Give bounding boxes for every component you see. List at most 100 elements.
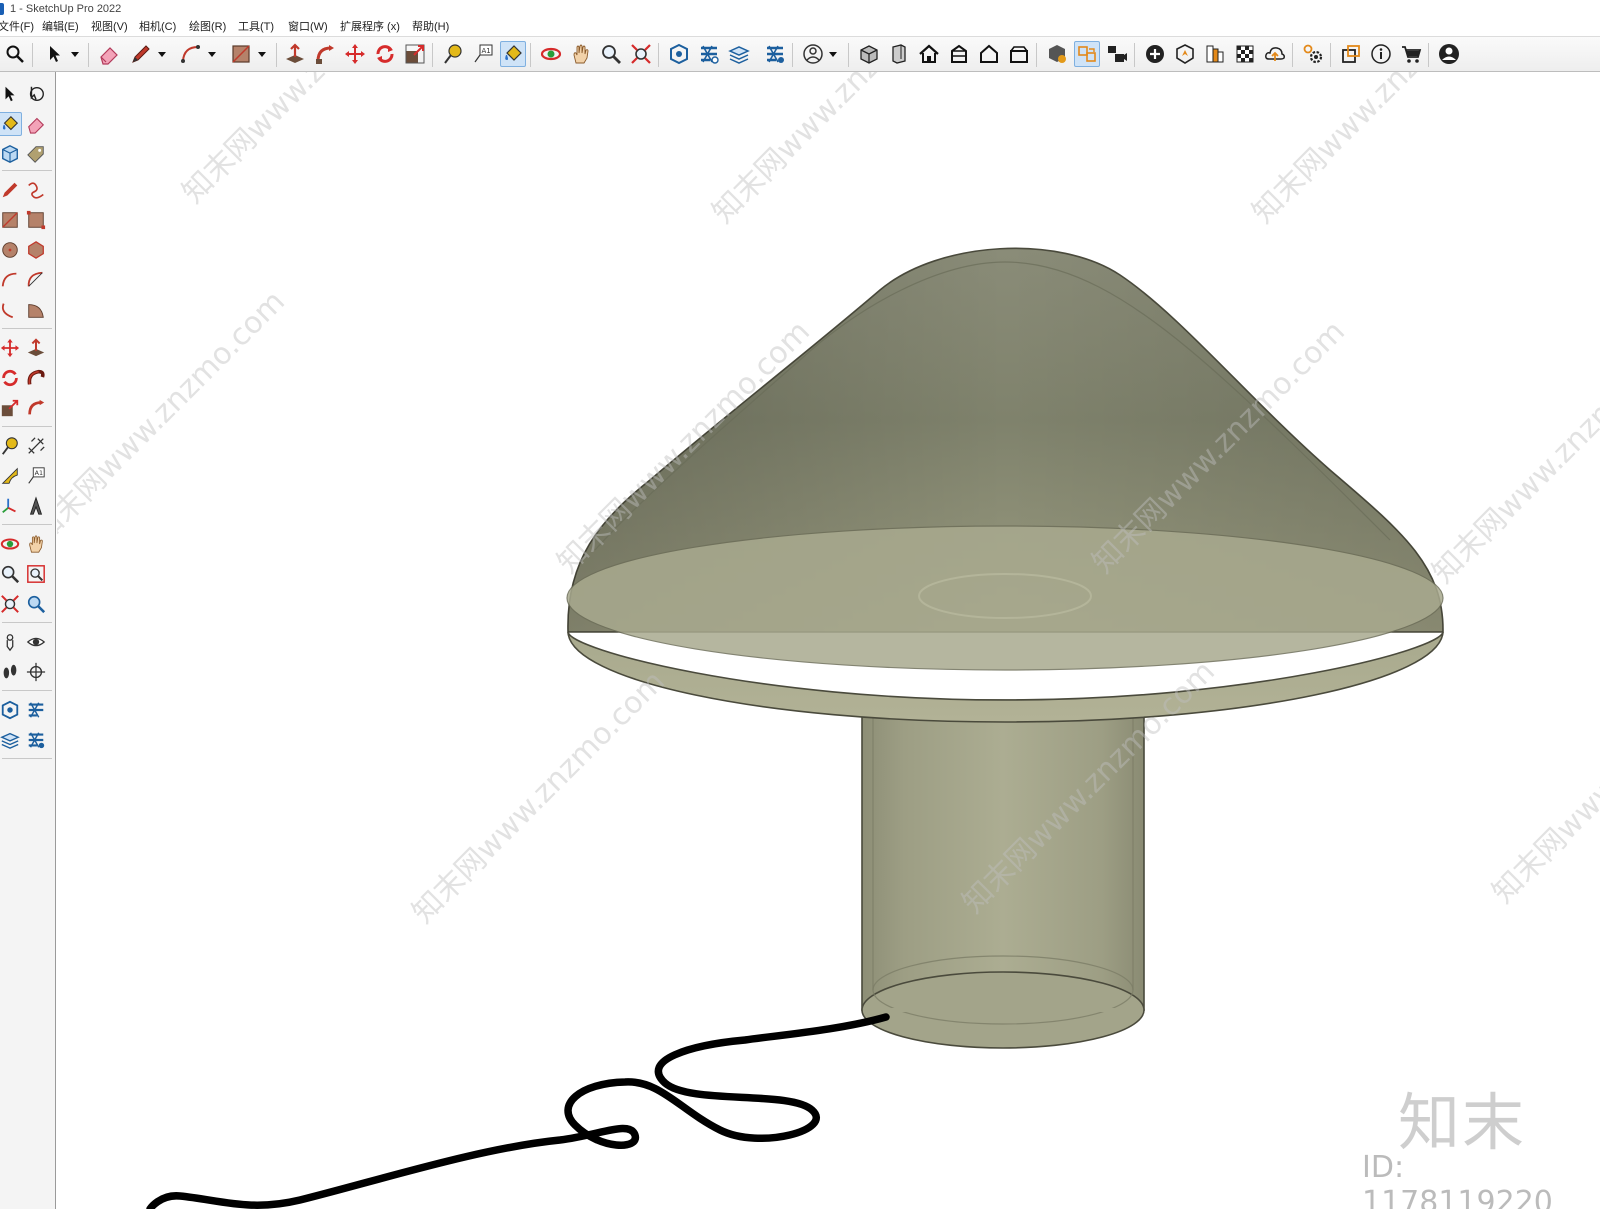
rotate-icon[interactable]	[372, 41, 398, 67]
three-point-arc-icon[interactable]	[0, 298, 22, 322]
orbit-icon[interactable]	[538, 41, 564, 67]
move-icon[interactable]	[0, 336, 22, 360]
extension-warehouse-icon[interactable]	[696, 41, 722, 67]
top-view-icon[interactable]	[886, 41, 912, 67]
tag-icon[interactable]	[24, 142, 48, 166]
scale-icon[interactable]	[402, 41, 428, 67]
warehouse-icon[interactable]	[0, 698, 22, 722]
home-view-icon[interactable]	[916, 41, 942, 67]
pan-icon[interactable]	[24, 532, 48, 556]
line-icon[interactable]	[0, 178, 22, 202]
extension-manager-icon[interactable]	[24, 728, 48, 752]
back-view-icon[interactable]	[1006, 41, 1032, 67]
menu-draw[interactable]: 绘图(R)	[189, 18, 226, 36]
rectangle-icon[interactable]	[0, 208, 22, 232]
zoom-extents-icon[interactable]	[628, 41, 654, 67]
pie-icon[interactable]	[24, 298, 48, 322]
layers-icon[interactable]	[726, 41, 752, 67]
look-around-icon[interactable]	[24, 630, 48, 654]
follow-me-icon[interactable]	[24, 366, 48, 390]
eraser-icon[interactable]	[24, 112, 48, 136]
orbit-icon[interactable]	[0, 532, 22, 556]
menu-edit[interactable]: 编辑(E)	[42, 18, 79, 36]
chevron-down-icon[interactable]	[157, 41, 167, 67]
window-icon[interactable]	[1338, 41, 1364, 67]
lamp-model[interactable]	[57, 72, 1600, 1209]
move-icon[interactable]	[342, 41, 368, 67]
rotate-icon[interactable]	[0, 366, 22, 390]
section-plane-icon[interactable]	[24, 660, 48, 684]
eraser-icon[interactable]	[96, 41, 122, 67]
menu-help[interactable]: 帮助(H)	[412, 18, 449, 36]
gear-icon[interactable]	[1300, 41, 1326, 67]
front-view-icon[interactable]	[946, 41, 972, 67]
zoom-extents-icon[interactable]	[0, 592, 22, 616]
cart-icon[interactable]	[1398, 41, 1424, 67]
paint-bucket-icon[interactable]	[500, 41, 526, 67]
checker-icon[interactable]	[1232, 41, 1258, 67]
offset-icon[interactable]	[24, 396, 48, 420]
menu-window[interactable]: 窗口(W)	[288, 18, 328, 36]
component-icon[interactable]	[0, 142, 22, 166]
freehand-icon[interactable]	[24, 178, 48, 202]
3d-text-icon[interactable]	[24, 494, 48, 518]
select-icon[interactable]	[42, 41, 68, 67]
scene-camera-icon[interactable]	[1104, 41, 1130, 67]
pan-icon[interactable]	[568, 41, 594, 67]
menu-extensions[interactable]: 扩展程序 (x)	[340, 18, 400, 36]
polygon-icon[interactable]	[24, 238, 48, 262]
component-swap-icon[interactable]	[1074, 41, 1100, 67]
tape-measure-icon[interactable]	[440, 41, 466, 67]
arc-icon[interactable]	[178, 41, 204, 67]
walk-icon[interactable]	[0, 660, 22, 684]
orbit-select-icon[interactable]	[24, 82, 48, 106]
add-icon[interactable]	[1142, 41, 1168, 67]
chevron-down-icon[interactable]	[207, 41, 217, 67]
chevron-down-icon[interactable]	[70, 41, 80, 67]
dimension-icon[interactable]	[24, 434, 48, 458]
lamp-base[interactable]	[861, 699, 1145, 1049]
model-viewport[interactable]: 知末网www.znzmo.com 知末网www.znzmo.com 知末网www.z…	[57, 72, 1600, 1209]
scale-icon[interactable]	[0, 396, 22, 420]
text-icon[interactable]: A1	[470, 41, 496, 67]
position-camera-icon[interactable]	[0, 630, 22, 654]
menu-file[interactable]: 文件(F)	[0, 18, 34, 36]
shield-icon[interactable]	[1172, 41, 1198, 67]
rectangle-icon[interactable]	[228, 41, 254, 67]
follow-me-icon[interactable]	[312, 41, 338, 67]
extension-manager-icon[interactable]	[762, 41, 788, 67]
rotated-rectangle-icon[interactable]	[24, 208, 48, 232]
menu-view[interactable]: 视图(V)	[91, 18, 128, 36]
push-pull-icon[interactable]	[24, 336, 48, 360]
materials-icon[interactable]	[1202, 41, 1228, 67]
cloud-upload-icon[interactable]	[1262, 41, 1288, 67]
info-icon[interactable]	[1368, 41, 1394, 67]
circle-icon[interactable]	[0, 238, 22, 262]
pencil-icon[interactable]	[128, 41, 154, 67]
lamp-shade[interactable]	[566, 247, 1444, 723]
axes-icon[interactable]	[0, 494, 22, 518]
arc-icon[interactable]	[0, 268, 22, 292]
model-info-icon[interactable]	[1044, 41, 1070, 67]
zoom-window-icon[interactable]	[24, 562, 48, 586]
search-icon[interactable]	[2, 41, 28, 67]
chevron-down-icon[interactable]	[257, 41, 267, 67]
two-point-arc-icon[interactable]	[24, 268, 48, 292]
text-icon[interactable]: A1	[24, 464, 48, 488]
zoom-icon[interactable]	[598, 41, 624, 67]
user-icon[interactable]	[800, 41, 826, 67]
chevron-down-icon[interactable]	[828, 41, 838, 67]
right-view-icon[interactable]	[976, 41, 1002, 67]
select-icon[interactable]	[0, 82, 22, 106]
menu-camera[interactable]: 相机(C)	[139, 18, 176, 36]
protractor-icon[interactable]	[0, 464, 22, 488]
tape-measure-icon[interactable]	[0, 434, 22, 458]
push-pull-icon[interactable]	[282, 41, 308, 67]
menu-tools[interactable]: 工具(T)	[238, 18, 274, 36]
iso-view-icon[interactable]	[856, 41, 882, 67]
warehouse-icon[interactable]	[666, 41, 692, 67]
layers-icon[interactable]	[0, 728, 22, 752]
account-icon[interactable]	[1436, 41, 1462, 67]
zoom-icon[interactable]	[0, 562, 22, 586]
paint-bucket-icon[interactable]	[0, 112, 22, 136]
